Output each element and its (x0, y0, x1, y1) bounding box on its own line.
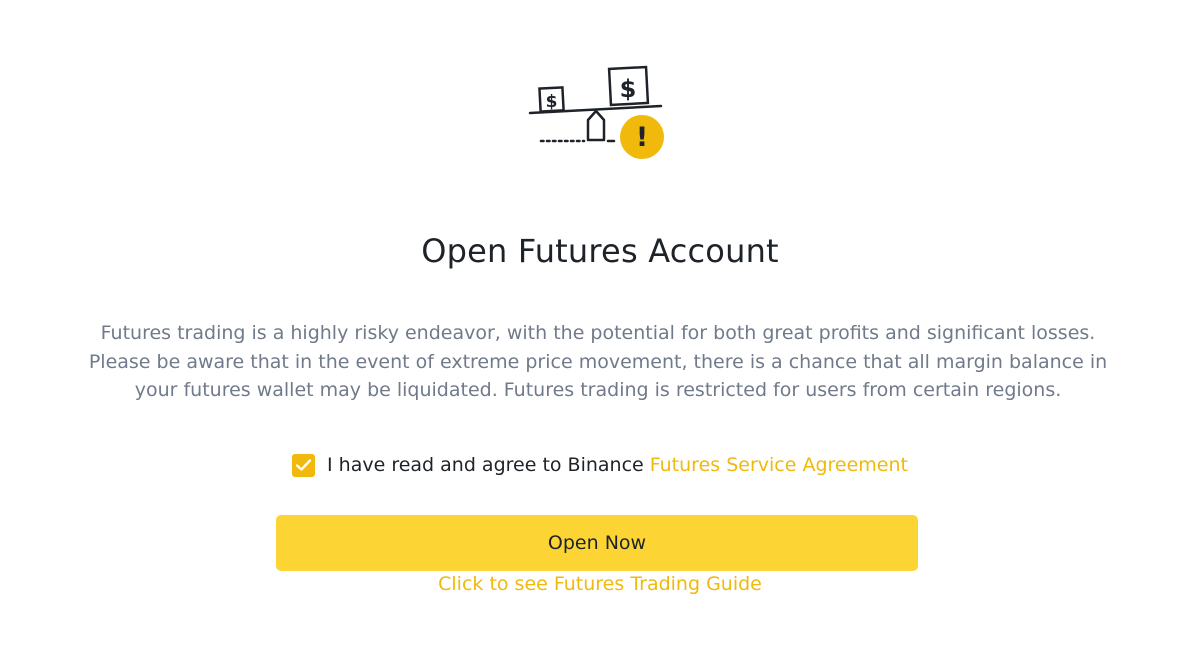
right-box-dollar-glyph: $ (620, 75, 637, 103)
open-futures-account-page: $ $ ! Open Futures Account Futures tradi… (0, 0, 1200, 650)
agreement-checkbox[interactable] (292, 453, 316, 477)
agreement-row: I have read and agree to Binance Futures… (0, 449, 1200, 481)
futures-service-agreement-link[interactable]: Futures Service Agreement (650, 454, 908, 476)
agreement-label: I have read and agree to Binance (327, 454, 644, 476)
checkmark-icon (295, 459, 312, 471)
left-box-dollar-glyph: $ (546, 92, 558, 112)
risk-disclaimer-text: Futures trading is a highly risky endeav… (88, 322, 1108, 401)
open-now-button[interactable]: Open Now (276, 515, 918, 571)
page-title: Open Futures Account (421, 232, 779, 270)
warning-exclamation-glyph: ! (636, 122, 648, 153)
scale-dollar-warning-icon: $ $ ! (528, 62, 668, 166)
futures-trading-guide-link[interactable]: Click to see Futures Trading Guide (0, 573, 1200, 595)
